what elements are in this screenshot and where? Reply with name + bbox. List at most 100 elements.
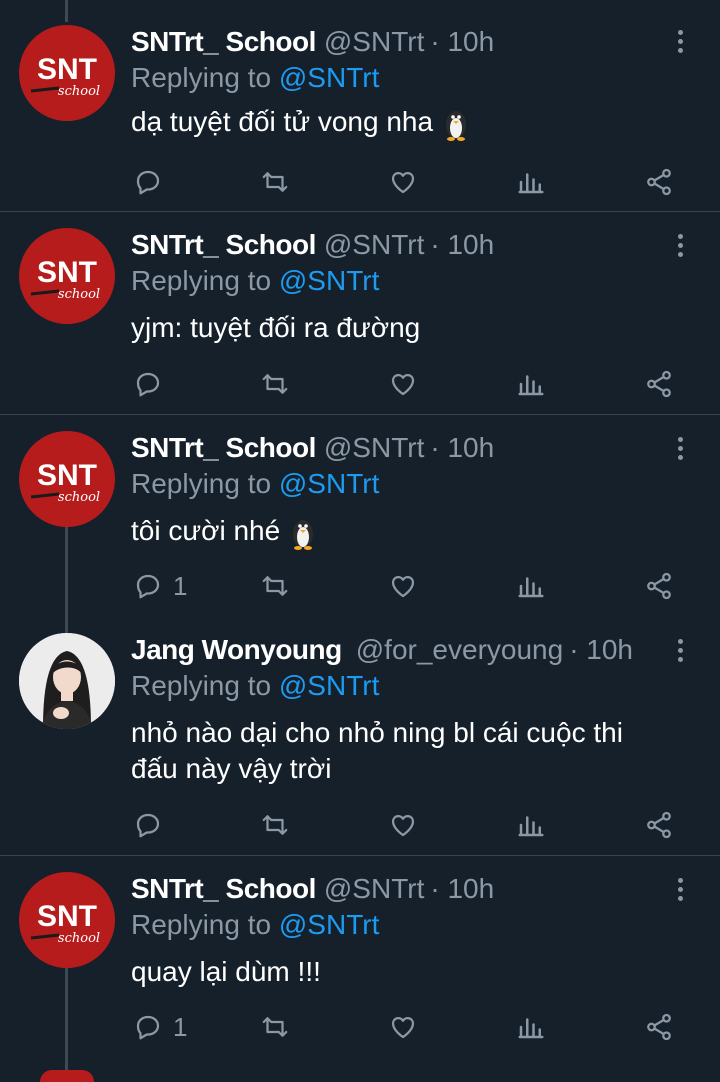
author-handle[interactable]: @SNTrt bbox=[324, 428, 425, 468]
more-options-icon[interactable] bbox=[676, 30, 684, 56]
author-handle[interactable]: @SNTrt bbox=[324, 869, 425, 909]
retweet-button[interactable] bbox=[260, 364, 290, 404]
reply-button[interactable]: 1 bbox=[133, 1007, 187, 1047]
analytics-button[interactable] bbox=[516, 1007, 546, 1047]
tweet[interactable]: SNT school SNTrt_ School @SNTrt · 10h Re… bbox=[0, 0, 720, 212]
share-button[interactable] bbox=[644, 162, 674, 202]
tweet-time: · 10h bbox=[430, 432, 495, 463]
svg-text:SNT: SNT bbox=[37, 256, 97, 289]
tweet-header: SNTrt_ School @SNTrt · 10h bbox=[131, 428, 494, 468]
tweet-text-content: nhỏ nào dại cho nhỏ ning bl cái cuộc thi… bbox=[131, 717, 623, 784]
analytics-icon bbox=[518, 816, 544, 837]
like-button[interactable] bbox=[388, 162, 418, 202]
share-button[interactable] bbox=[644, 1007, 674, 1047]
avatar[interactable] bbox=[19, 633, 115, 729]
replying-mention[interactable]: @SNTrt bbox=[279, 62, 380, 93]
svg-text:school: school bbox=[58, 84, 100, 99]
tweet-text: dạ tuyệt đối tử vong nha bbox=[131, 104, 691, 141]
retweet-icon bbox=[262, 576, 288, 596]
share-icon bbox=[647, 370, 671, 398]
reply-button[interactable] bbox=[133, 162, 173, 202]
reply-icon bbox=[136, 372, 160, 397]
analytics-icon bbox=[518, 173, 544, 194]
like-button[interactable] bbox=[388, 566, 418, 606]
more-options-icon[interactable] bbox=[676, 878, 684, 904]
share-button[interactable] bbox=[644, 566, 674, 606]
replying-mention[interactable]: @SNTrt bbox=[279, 468, 380, 499]
replying-prefix: Replying to bbox=[131, 265, 272, 296]
tweet-actions bbox=[0, 162, 720, 202]
analytics-button[interactable] bbox=[516, 566, 546, 606]
author-name[interactable]: SNTrt_ School bbox=[131, 225, 316, 265]
author-handle[interactable]: @SNTrt bbox=[324, 225, 425, 265]
penguin-icon bbox=[445, 110, 466, 141]
retweet-button[interactable] bbox=[260, 805, 290, 845]
author-name[interactable]: SNTrt_ School bbox=[131, 428, 316, 468]
svg-text:SNT: SNT bbox=[37, 53, 97, 86]
analytics-button[interactable] bbox=[516, 805, 546, 845]
reply-icon bbox=[136, 170, 160, 195]
share-button[interactable] bbox=[644, 805, 674, 845]
snt-school-logo: SNT school bbox=[30, 900, 100, 946]
tweet[interactable]: SNT school SNTrt_ School @SNTrt · 10h Re… bbox=[0, 415, 720, 617]
replying-to: Replying to @SNTrt bbox=[131, 905, 379, 945]
more-options-icon[interactable] bbox=[676, 437, 684, 463]
tweet[interactable]: Jang Wonyoung @for_everyoung · 10h Reply… bbox=[0, 617, 720, 856]
svg-text:school: school bbox=[58, 287, 100, 302]
snt-school-logo: SNT school bbox=[30, 459, 100, 505]
avatar[interactable]: SNT school bbox=[19, 228, 115, 324]
replying-prefix: Replying to bbox=[131, 909, 272, 940]
reply-button[interactable]: 1 bbox=[133, 566, 187, 606]
like-button[interactable] bbox=[388, 1007, 418, 1047]
reply-icon bbox=[136, 813, 160, 838]
more-options-icon[interactable] bbox=[676, 639, 684, 665]
retweet-button[interactable] bbox=[260, 566, 290, 606]
tweet-text: nhỏ nào dại cho nhỏ ning bl cái cuộc thi… bbox=[131, 715, 676, 787]
analytics-icon bbox=[518, 1018, 544, 1039]
svg-text:SNT: SNT bbox=[37, 459, 97, 492]
tweet[interactable]: SNT school SNTrt_ School @SNTrt · 10h Re… bbox=[0, 212, 720, 415]
tweet-text: yjm: tuyệt đối ra đường bbox=[131, 310, 691, 346]
analytics-button[interactable] bbox=[516, 364, 546, 404]
author-name[interactable]: SNTrt_ School bbox=[131, 22, 316, 62]
next-avatar-peek bbox=[40, 1070, 94, 1082]
share-icon bbox=[647, 572, 671, 600]
tweet[interactable]: SNT school SNTrt_ School @SNTrt · 10h Re… bbox=[0, 856, 720, 1082]
tweet-text-content: tôi cười nhé bbox=[131, 515, 281, 546]
tweet-text-content: yjm: tuyệt đối ra đường bbox=[131, 312, 421, 343]
more-options-icon[interactable] bbox=[676, 234, 684, 260]
replying-mention[interactable]: @SNTrt bbox=[279, 265, 380, 296]
tweet-time: · 10h bbox=[430, 873, 495, 904]
like-icon bbox=[391, 171, 415, 194]
like-button[interactable] bbox=[388, 364, 418, 404]
svg-text:SNT: SNT bbox=[37, 900, 97, 933]
reply-button[interactable] bbox=[133, 805, 173, 845]
like-icon bbox=[391, 373, 415, 396]
tweet-header: SNTrt_ School @SNTrt · 10h bbox=[131, 225, 494, 265]
replying-to: Replying to @SNTrt bbox=[131, 666, 379, 706]
penguin-icon bbox=[292, 519, 313, 550]
avatar[interactable]: SNT school bbox=[19, 431, 115, 527]
author-handle[interactable]: @SNTrt bbox=[324, 22, 425, 62]
reply-button[interactable] bbox=[133, 364, 173, 404]
share-button[interactable] bbox=[644, 364, 674, 404]
tweet-time: · 10h bbox=[430, 26, 495, 57]
retweet-icon bbox=[262, 172, 288, 192]
author-name[interactable]: SNTrt_ School bbox=[131, 869, 316, 909]
tweet-header: SNTrt_ School @SNTrt · 10h bbox=[131, 869, 494, 909]
avatar[interactable]: SNT school bbox=[19, 25, 115, 121]
retweet-button[interactable] bbox=[260, 1007, 290, 1047]
analytics-button[interactable] bbox=[516, 162, 546, 202]
replying-to: Replying to @SNTrt bbox=[131, 58, 379, 98]
author-handle[interactable]: @for_everyoung bbox=[356, 630, 563, 670]
like-button[interactable] bbox=[388, 805, 418, 845]
reply-count: 1 bbox=[173, 570, 188, 601]
author-name[interactable]: Jang Wonyoung bbox=[131, 630, 342, 670]
reply-count: 1 bbox=[173, 1011, 188, 1042]
tweet-text-content: quay lại dùm !!! bbox=[131, 956, 321, 987]
retweet-button[interactable] bbox=[260, 162, 290, 202]
avatar[interactable]: SNT school bbox=[19, 872, 115, 968]
replying-mention[interactable]: @SNTrt bbox=[279, 670, 380, 701]
analytics-icon bbox=[518, 375, 544, 396]
replying-mention[interactable]: @SNTrt bbox=[279, 909, 380, 940]
